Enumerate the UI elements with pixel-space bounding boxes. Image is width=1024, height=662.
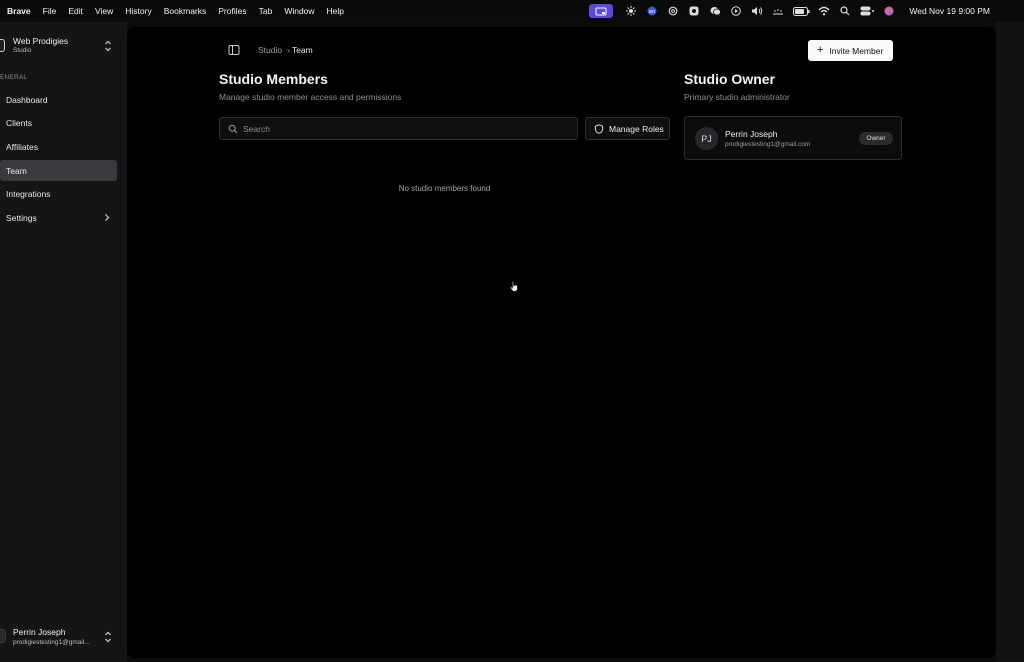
- user-menu[interactable]: Perrin Joseph prodigiestesting1@gmail...: [0, 622, 118, 652]
- sidebar-item-clients[interactable]: Clients: [0, 112, 117, 133]
- members-title: Studio Members: [219, 71, 328, 87]
- search-field[interactable]: [219, 117, 578, 140]
- sidebar-toggle-icon[interactable]: [228, 44, 240, 56]
- chatgpt-icon[interactable]: [666, 4, 680, 18]
- chevrons-up-down-icon: [105, 40, 111, 52]
- invite-member-button[interactable]: + Invite Member: [808, 40, 893, 61]
- battery-icon[interactable]: [792, 4, 810, 18]
- menu-help[interactable]: Help: [327, 6, 344, 16]
- control-center-icon[interactable]: [859, 4, 875, 18]
- nav-section-label: ENERAL: [0, 74, 28, 81]
- menu-bar: Brave File Edit View History Bookmarks P…: [0, 0, 1024, 22]
- user-name: Perrin Joseph: [13, 627, 66, 637]
- search-input[interactable]: [243, 123, 563, 134]
- manage-roles-button[interactable]: Manage Roles: [585, 117, 670, 140]
- app-icon[interactable]: [687, 4, 701, 18]
- menu-profiles[interactable]: Profiles: [218, 6, 246, 16]
- avatar: PJ: [695, 127, 718, 150]
- hand-cursor-icon: [510, 281, 518, 292]
- menu-tab[interactable]: Tab: [259, 6, 273, 16]
- workspace-type: Studio: [13, 47, 32, 54]
- extension-icon[interactable]: an: [645, 4, 659, 18]
- workspace-switcher[interactable]: Web Prodigies Studio: [0, 34, 118, 58]
- breadcrumb: Studio › Team: [258, 45, 313, 55]
- sidebar-item-dashboard[interactable]: Dashboard: [0, 89, 117, 110]
- screen-record-icon[interactable]: [589, 4, 614, 18]
- dots-icon[interactable]: [771, 4, 785, 18]
- wechat-icon[interactable]: [708, 4, 722, 18]
- search-icon: [228, 124, 238, 133]
- window-edge: [996, 22, 1024, 662]
- sidebar-item-label: Dashboard: [6, 94, 48, 105]
- user-email: prodigiestesting1@gmail...: [13, 639, 90, 646]
- menu-bookmarks[interactable]: Bookmarks: [164, 6, 207, 16]
- workspace-logo: [0, 39, 5, 52]
- owner-title: Studio Owner: [684, 71, 775, 87]
- plus-icon: +: [817, 44, 824, 56]
- siri-icon[interactable]: [882, 4, 896, 18]
- avatar: [0, 629, 6, 643]
- sidebar-item-label: Integrations: [6, 188, 51, 199]
- sidebar-item-label: Affiliates: [6, 141, 38, 152]
- menu-window[interactable]: Window: [284, 6, 314, 16]
- shield-icon: [594, 123, 604, 134]
- wifi-icon[interactable]: [817, 4, 831, 18]
- invite-member-label: Invite Member: [829, 45, 884, 56]
- sidebar-item-integrations[interactable]: Integrations: [0, 183, 117, 204]
- sidebar: Web Prodigies Studio ENERAL Dashboard Cl…: [0, 22, 127, 662]
- owner-subtitle: Primary studio administrator: [684, 92, 790, 102]
- breadcrumb-studio[interactable]: Studio: [258, 45, 282, 55]
- workspace-name: Web Prodigies: [13, 36, 69, 46]
- menu-app-brave[interactable]: Brave: [7, 6, 31, 16]
- sidebar-item-label: Team: [6, 165, 27, 176]
- sidebar-item-affiliates[interactable]: Affiliates: [0, 136, 117, 157]
- menu-view[interactable]: View: [95, 6, 113, 16]
- menu-history[interactable]: History: [125, 6, 151, 16]
- chevron-right-icon: [105, 214, 110, 221]
- main-panel: Studio › Team + Invite Member Studio Mem…: [127, 27, 996, 658]
- sidebar-item-settings[interactable]: Settings: [0, 207, 117, 228]
- menu-edit[interactable]: Edit: [68, 6, 83, 16]
- search-icon[interactable]: [838, 4, 852, 18]
- owner-email: prodigiestesting1@gmail.com: [725, 141, 811, 148]
- empty-state-text: No studio members found: [398, 184, 491, 193]
- menu-file[interactable]: File: [43, 6, 57, 16]
- volume-icon[interactable]: [750, 4, 764, 18]
- owner-badge: Owner: [859, 132, 893, 145]
- owner-name: Perrin Joseph: [725, 129, 778, 139]
- manage-roles-label: Manage Roles: [609, 123, 664, 134]
- breadcrumb-team: Team: [291, 45, 313, 55]
- menubar-clock[interactable]: Wed Nov 19 9:00 PM: [909, 6, 990, 16]
- owner-card: PJ Perrin Joseph prodigiestesting1@gmail…: [684, 116, 902, 160]
- members-subtitle: Manage studio member access and permissi…: [219, 92, 402, 102]
- sidebar-item-team[interactable]: Team: [0, 160, 117, 181]
- breadcrumb-separator-icon: ›: [287, 45, 290, 55]
- chevrons-up-down-icon: [105, 631, 111, 643]
- play-icon[interactable]: [729, 4, 743, 18]
- sparkle-icon[interactable]: [624, 4, 638, 18]
- svg-text:an: an: [649, 9, 655, 15]
- sidebar-item-label: Clients: [6, 117, 32, 128]
- sidebar-item-label: Settings: [6, 212, 37, 223]
